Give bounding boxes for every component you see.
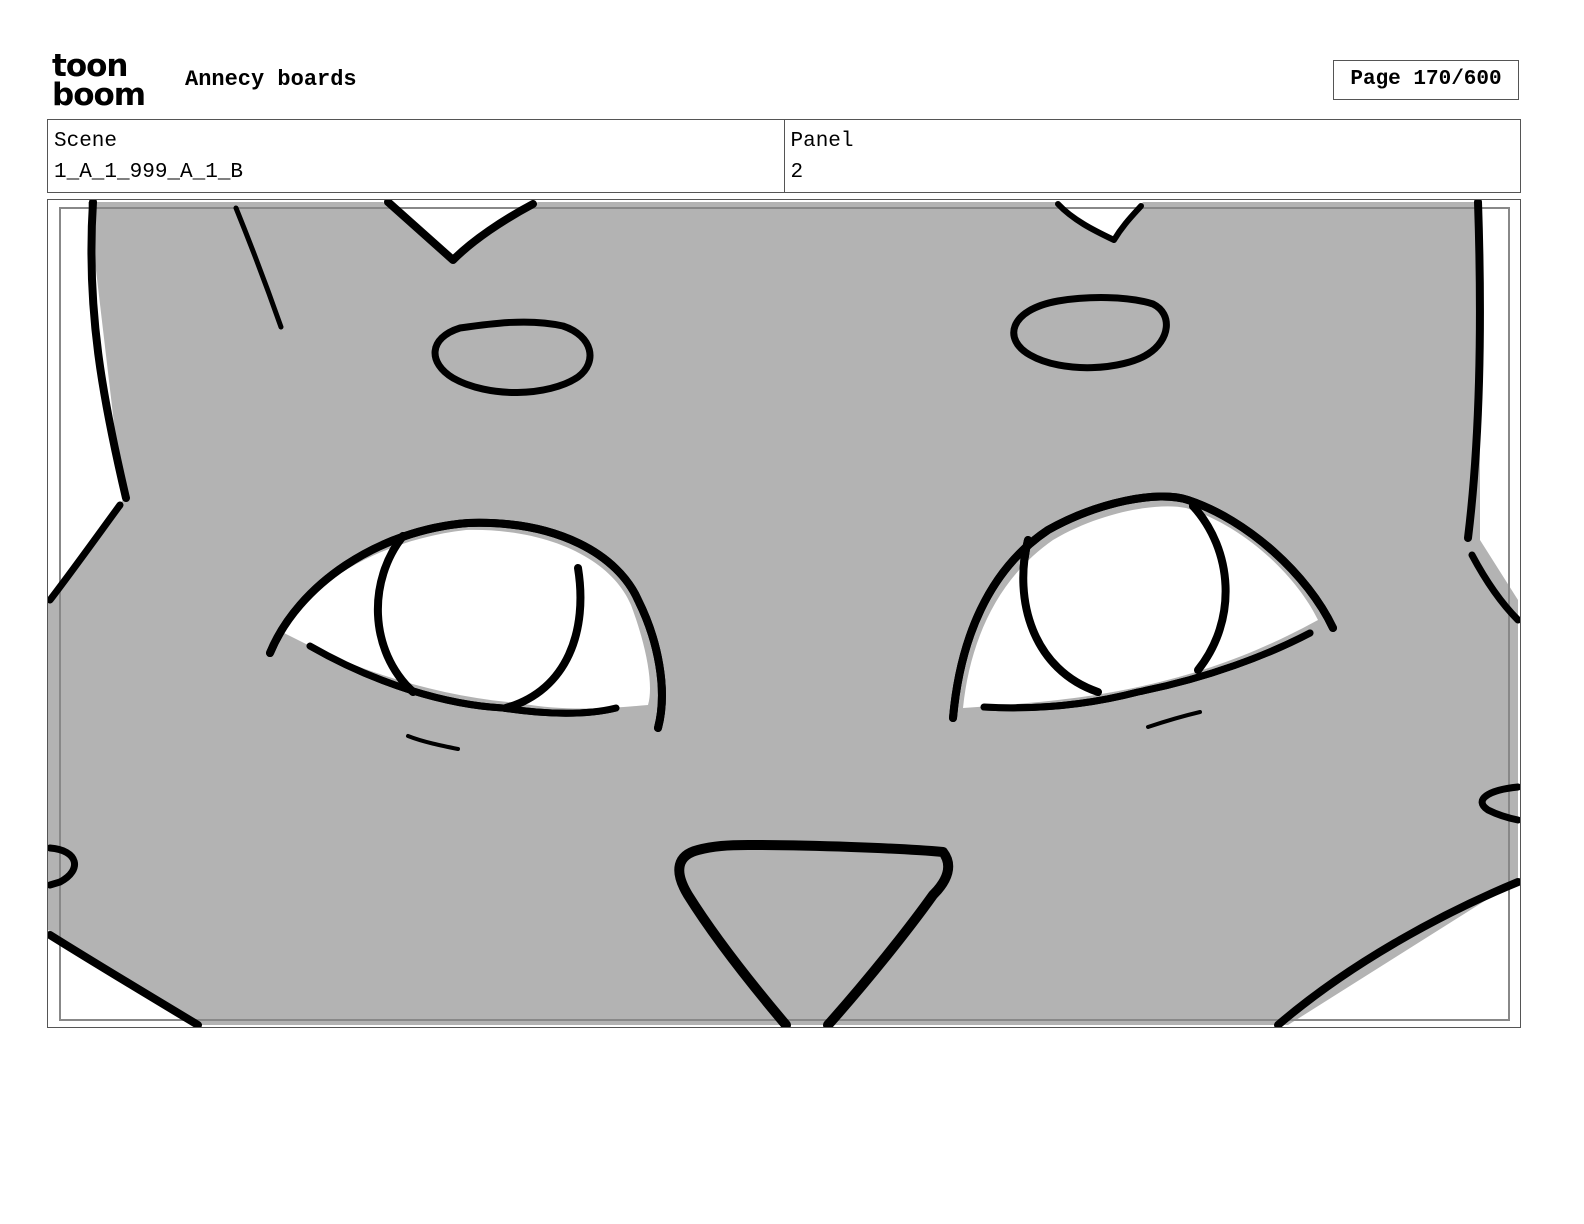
panel-label: Panel bbox=[790, 130, 854, 153]
logo-line-2: boom bbox=[52, 77, 146, 113]
document-title: Annecy boards bbox=[185, 67, 357, 92]
storyboard-panel bbox=[47, 199, 1521, 1028]
scene-value: 1_A_1_999_A_1_B bbox=[54, 161, 244, 184]
scene-label: Scene bbox=[54, 130, 118, 153]
logo-wordmark: toon boom bbox=[52, 51, 162, 113]
panel-drawing bbox=[48, 200, 1520, 1027]
scene-cell: Scene 1_A_1_999_A_1_B bbox=[48, 120, 784, 192]
toon-boom-logo: toon boom bbox=[52, 51, 162, 113]
page-counter: Page 170/600 bbox=[1333, 60, 1519, 100]
scene-panel-info: Scene 1_A_1_999_A_1_B Panel 2 bbox=[47, 119, 1521, 193]
panel-value: 2 bbox=[790, 161, 804, 184]
panel-cell: Panel 2 bbox=[783, 120, 1521, 192]
